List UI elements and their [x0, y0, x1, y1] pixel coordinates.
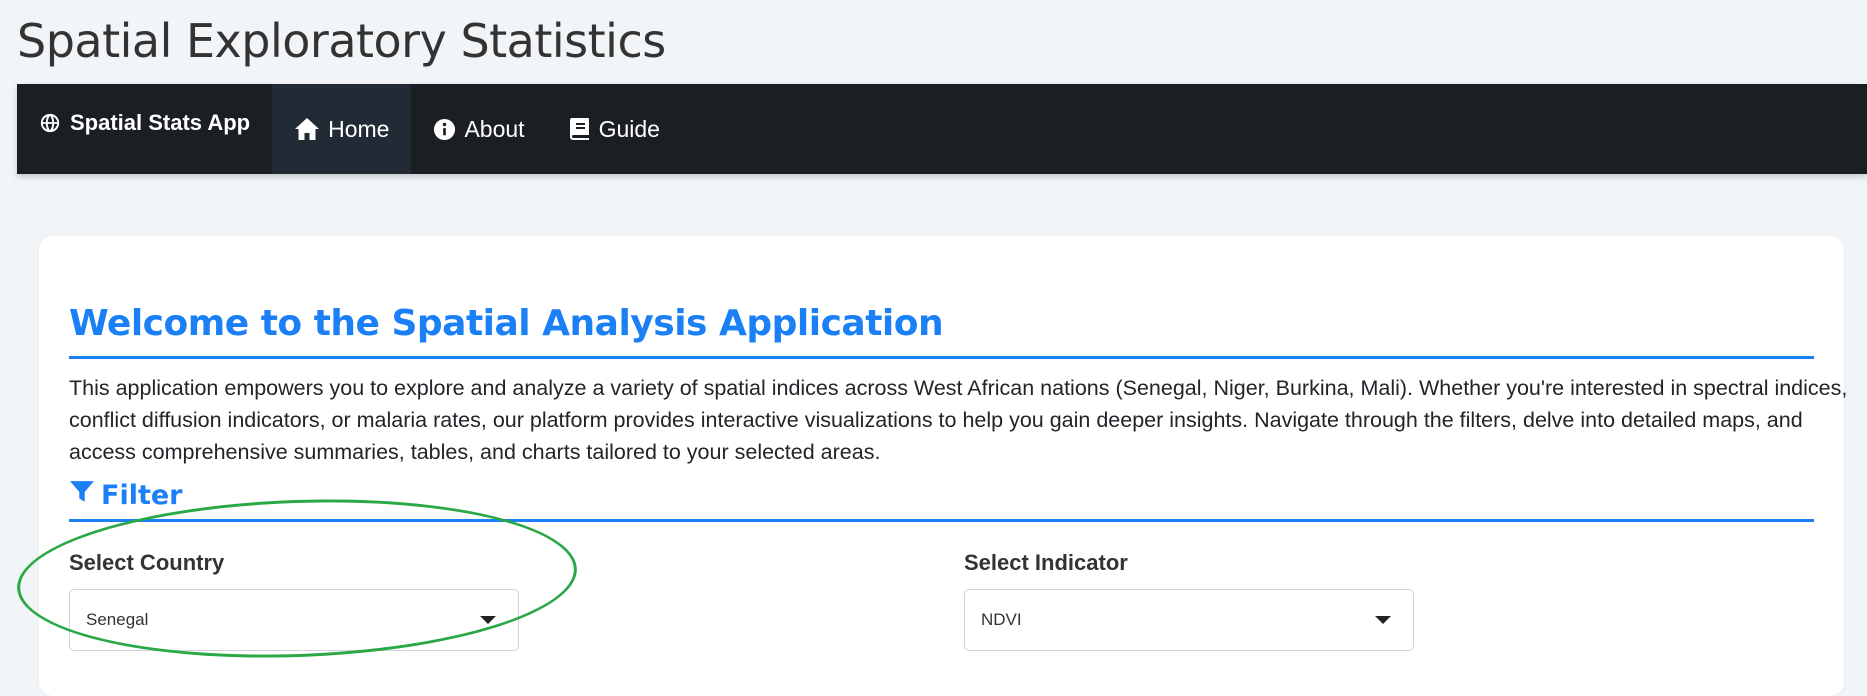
indicator-select-value: NDVI [981, 610, 1022, 629]
country-select[interactable]: Senegal [69, 589, 519, 651]
nav-guide[interactable]: Guide [547, 84, 682, 174]
info-circle-icon [433, 118, 456, 141]
nav-about-label: About [464, 115, 525, 142]
nav-about[interactable]: About [411, 84, 546, 174]
chevron-down-icon [1375, 616, 1391, 624]
navbar-brand-label: Spatial Stats App [70, 110, 251, 135]
app-title: Spatial Exploratory Statistics [17, 14, 666, 68]
welcome-heading: Welcome to the Spatial Analysis Applicat… [69, 303, 944, 344]
nav-home[interactable]: Home [272, 84, 412, 174]
country-label: Select Country [69, 550, 225, 575]
navbar-brand[interactable]: Spatial Stats App [17, 78, 272, 168]
filter-icon [69, 479, 95, 512]
intro-paragraph: This application empowers you to explore… [69, 376, 1848, 464]
chevron-down-icon [480, 616, 496, 624]
navbar: Spatial Stats App Home About Guide [17, 84, 1867, 174]
globe-icon [39, 112, 61, 134]
welcome-heading-block: Welcome to the Spatial Analysis Applicat… [69, 296, 1814, 359]
book-icon [569, 117, 591, 141]
indicator-select[interactable]: NDVI [964, 589, 1414, 651]
filter-title: Filter [101, 480, 183, 511]
indicator-label: Select Indicator [964, 550, 1128, 575]
welcome-card: Welcome to the Spatial Analysis Applicat… [39, 236, 1847, 696]
country-select-value: Senegal [86, 610, 149, 629]
home-icon [294, 117, 320, 141]
nav-guide-label: Guide [598, 115, 660, 142]
filter-section-header: Filter [69, 476, 1814, 522]
nav-home-label: Home [328, 115, 390, 142]
